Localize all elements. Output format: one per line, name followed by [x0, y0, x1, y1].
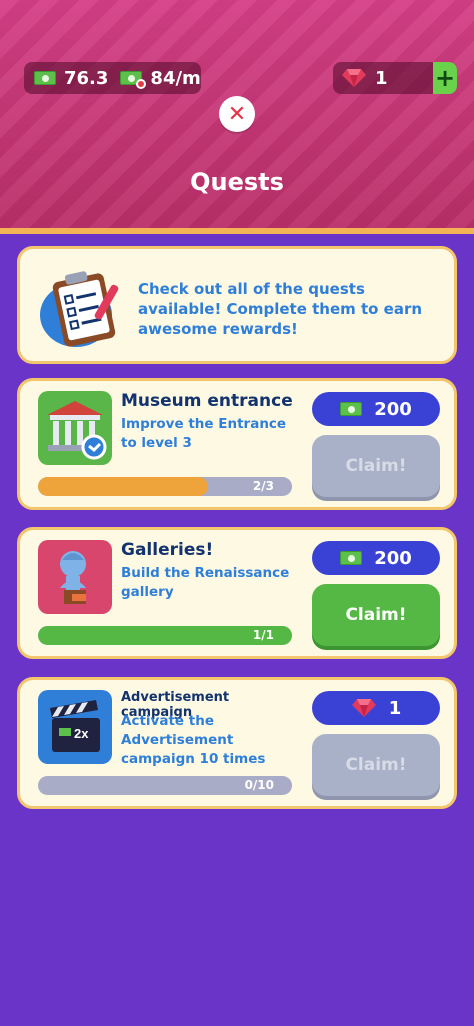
claim-button[interactable]: Claim! — [312, 584, 440, 646]
quest-title: Museum entrance — [121, 391, 293, 411]
progress-text: 2/3 — [252, 479, 274, 493]
reward-badge: 200 — [312, 392, 440, 426]
money-display: 76.3 84/m — [24, 62, 201, 94]
gem-display: 1 + — [333, 62, 457, 94]
income-rate-value: 84/m — [150, 67, 201, 89]
gem-icon — [351, 699, 376, 717]
reward-value: 200 — [374, 547, 412, 569]
income-rate-icon — [120, 71, 147, 89]
quest-card-galleries: Galleries! Build the Renaissance gallery… — [17, 527, 457, 659]
claim-button[interactable]: Claim! — [312, 734, 440, 796]
money-value: 76.3 — [64, 67, 109, 89]
icon-badge-text: 2x — [74, 726, 89, 741]
reward-badge: 1 — [312, 691, 440, 725]
header-divider — [0, 228, 474, 234]
page-title: Quests — [190, 168, 284, 196]
progress-text: 0/10 — [244, 778, 274, 792]
cash-icon — [340, 402, 363, 416]
statue-icon — [38, 540, 112, 614]
close-button[interactable]: ✕ — [219, 96, 255, 132]
cash-icon — [340, 551, 363, 565]
quest-description: Build the Renaissance gallery — [121, 565, 290, 600]
gem-icon — [342, 69, 366, 87]
quest-card-museum-entrance: Museum entrance Improve the Entrance to … — [17, 378, 457, 510]
reward-value: 200 — [374, 398, 412, 420]
quest-description: Activate the Advertisement campaign 10 t… — [121, 713, 266, 767]
clipboard-icon — [40, 271, 119, 347]
quest-progress-bar: 1/1 — [38, 626, 292, 645]
progress-text: 1/1 — [252, 628, 274, 642]
info-text: Check out all of the quests available! C… — [138, 280, 423, 338]
cash-icon — [34, 71, 56, 85]
reward-value: 1 — [388, 697, 402, 719]
quest-title: Galleries! — [121, 540, 214, 560]
add-gems-button[interactable]: + — [433, 62, 457, 94]
reward-badge: 200 — [312, 541, 440, 575]
close-icon: ✕ — [227, 101, 247, 127]
progress-fill — [38, 477, 209, 496]
info-card: Check out all of the quests available! C… — [17, 246, 457, 364]
claim-button[interactable]: Claim! — [312, 435, 440, 497]
gem-count: 1 — [375, 67, 388, 89]
quest-description: Improve the Entrance to level 3 — [121, 416, 287, 451]
quest-card-advertisement-campaign: 2x Advertisement campaign Activate the A… — [17, 677, 457, 809]
museum-icon — [38, 391, 112, 465]
clapperboard-icon: 2x — [38, 690, 112, 764]
quest-progress-bar: 2/3 — [38, 477, 292, 496]
quest-progress-bar: 0/10 — [38, 776, 292, 795]
